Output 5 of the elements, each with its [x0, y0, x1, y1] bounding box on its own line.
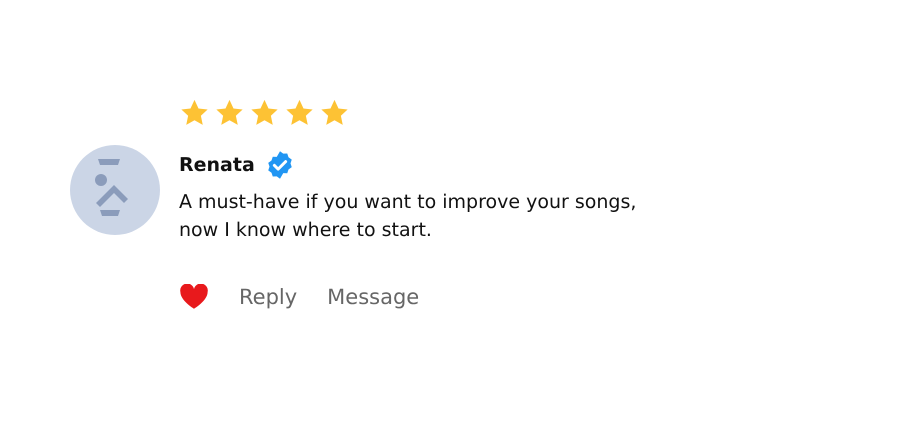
reply-button[interactable]: Reply: [239, 285, 298, 309]
review-text: A must-have if you want to improve your songs, now I know where to start.: [179, 190, 638, 243]
message-button[interactable]: Message: [327, 285, 420, 309]
heart-icon[interactable]: [179, 284, 209, 310]
author-name: Renata: [179, 154, 255, 176]
